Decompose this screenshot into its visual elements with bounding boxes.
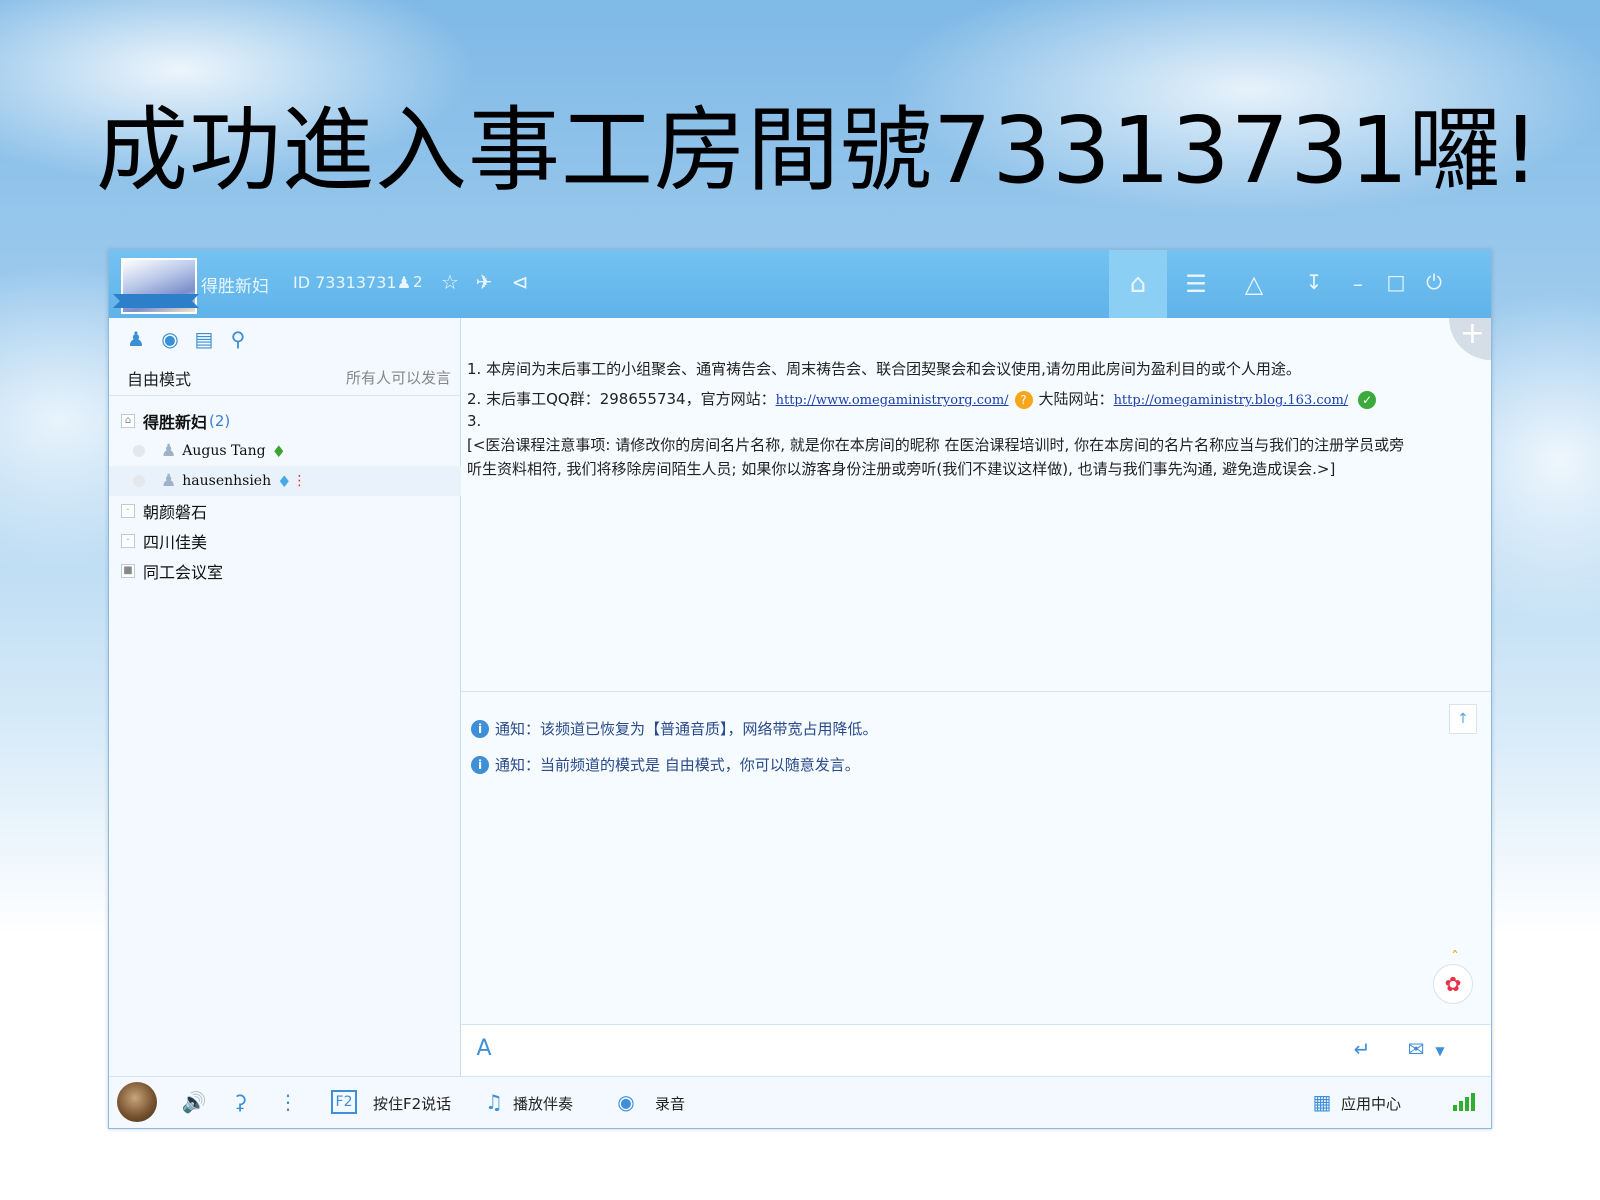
channel-tree: ⌂ 得胜新妇 (2) ♟ Augus Tang ♦ ♟ hausenhsieh … [109, 406, 461, 586]
record-button[interactable]: 录音 [655, 1093, 685, 1114]
leaf-badge-icon: ♦ [271, 441, 286, 461]
mode-description: 所有人可以发言 [345, 369, 451, 387]
chat-app-window: 得胜新妇 ID 73313731 ♟ 2 ☆ ✈ ⊲ ⌂ ☰ △ ↧ – □ ⏻… [108, 249, 1492, 1129]
slide-title: 成功進入事工房間號73313731囉! [96, 97, 1541, 204]
home-icon: ⌂ [1129, 269, 1147, 299]
system-notice: i 通知：当前频道的模式是 自由模式，你可以随意发言。 [471, 754, 860, 775]
announcement-line: 1. 本房间为末后事工的小组聚会、通宵祷告会、周末祷告会、联合团契聚会和会议使用… [467, 360, 1301, 378]
check-icon: ✓ [1358, 391, 1377, 409]
notice-text: 通知：当前频道的模式是 自由模式，你可以随意发言。 [495, 756, 860, 774]
room-logo-ribbon [113, 294, 199, 308]
equalizer-icon[interactable]: ⋮ [275, 1090, 301, 1114]
channel-count: (2) [209, 412, 231, 430]
info-icon: i [471, 755, 489, 774]
channel-label: 四川佳美 [143, 533, 208, 552]
push-to-talk-label[interactable]: 按住F2说话 [373, 1093, 451, 1114]
chevron-down-icon[interactable]: ▼ [1427, 1039, 1453, 1063]
room-name: 得胜新妇 [201, 277, 269, 297]
scroll-top-button[interactable]: ↑ [1449, 704, 1477, 734]
list-icon: ☰ [1185, 270, 1207, 298]
mainland-site-link[interactable]: http://omegaministry.blog.163.com/ [1114, 393, 1349, 408]
title-bar: 得胜新妇 ID 73313731 ♟ 2 ☆ ✈ ⊲ ⌂ ☰ △ ↧ – □ ⏻ [109, 250, 1491, 318]
channel-label: 得胜新妇 [143, 413, 208, 432]
enter-send-icon[interactable]: ↵ [1349, 1037, 1375, 1061]
minimize-icon[interactable]: – [1345, 272, 1371, 296]
notice-text: 通知：该频道已恢复为【普通音质】，网络带宽占用降低。 [495, 720, 878, 738]
user-item[interactable]: ♟ Augus Tang ♦ [109, 436, 461, 466]
system-notice: i 通知：该频道已恢复为【普通音质】，网络带宽占用降低。 [471, 718, 878, 739]
room-id: ID 73313731 [293, 273, 397, 292]
flower-icon[interactable]: ✿ [1433, 964, 1473, 1004]
record-icon[interactable]: ◉ [613, 1090, 639, 1114]
tab-list[interactable]: ☰ [1167, 250, 1225, 318]
board-icon[interactable]: ▤ [191, 326, 217, 352]
user-name: hausenhsieh [182, 473, 272, 489]
announcement-text: 2. 末后事工QQ群：298655734，官方网站： [467, 390, 776, 408]
tab-games[interactable]: △ [1225, 250, 1283, 318]
user-icon: ♟ [161, 441, 177, 461]
status-dot [133, 445, 145, 457]
gamepad-icon: △ [1244, 270, 1264, 298]
channel-dot-icon[interactable]: · [121, 504, 135, 518]
announcement-line: [<医治课程注意事项: 请修改你的房间名片名称, 就是你在本房间的昵称 在医治课… [467, 436, 1405, 454]
question-icon: ? [1014, 391, 1033, 409]
announcement-line: 2. 末后事工QQ群：298655734，官方网站：http://www.ome… [467, 388, 1377, 409]
location-icon[interactable]: ◉ [157, 326, 183, 352]
channel-item[interactable]: · 四川佳美 [109, 526, 461, 556]
channel-item[interactable]: · 朝颜磐石 [109, 496, 461, 526]
share-icon[interactable]: ⊲ [507, 270, 533, 294]
mode-row: 自由模式 所有人可以发言 [109, 358, 461, 396]
search-icon[interactable]: ⚲ [225, 326, 251, 352]
avatar[interactable] [117, 1082, 157, 1122]
speaking-indicator-icon: ⋮ [292, 473, 307, 489]
diamond-badge-icon: ♦ [277, 471, 292, 491]
info-icon: i [471, 719, 489, 738]
user-item[interactable]: ♟ hausenhsieh ♦ ⋮ [109, 466, 461, 496]
chat-messages: i 通知：该频道已恢复为【普通音质】，网络带宽占用降低。 i 通知：当前频道的模… [461, 692, 1491, 1024]
member-count: 2 [413, 273, 423, 291]
sidebar-toolbar: ♟ ◉ ▤ ⚲ [123, 326, 251, 356]
official-site-link[interactable]: http://www.omegaministryorg.com/ [776, 393, 1009, 408]
music-note-icon[interactable]: ♫ [481, 1090, 507, 1114]
announcement-line: 听生资料相符, 我们将移除房间陌生人员; 如果你以游客身份注册或旁听(我们不建议… [467, 460, 1336, 478]
members-icon[interactable]: ♟ [123, 326, 149, 352]
speaker-icon[interactable]: 🔊 [181, 1090, 207, 1114]
signal-strength-icon [1453, 1093, 1475, 1111]
channel-item-main[interactable]: ⌂ 得胜新妇 (2) [109, 406, 461, 436]
app-center-button[interactable]: 应用中心 [1341, 1093, 1401, 1114]
announcement-line: 3. [467, 412, 482, 430]
announcement-text: 大陆网站： [1038, 390, 1114, 408]
maximize-icon[interactable]: □ [1383, 270, 1409, 294]
channel-label: 同工会议室 [143, 563, 224, 582]
status-dot [133, 475, 145, 487]
home-icon[interactable]: ⌂ [121, 414, 135, 428]
microphone-icon[interactable]: ⚳ [227, 1090, 253, 1114]
add-icon[interactable]: + [1449, 318, 1491, 360]
channel-dot-icon[interactable]: · [121, 534, 135, 548]
download-icon[interactable]: ↧ [1301, 270, 1327, 294]
power-icon[interactable]: ⏻ [1421, 270, 1447, 294]
plane-icon[interactable]: ✈ [471, 270, 497, 294]
mode-label[interactable]: 自由模式 [127, 366, 191, 390]
channel-label: 朝颜磐石 [143, 503, 208, 522]
user-name: Augus Tang [182, 443, 266, 459]
tab-home[interactable]: ⌂ [1109, 250, 1167, 318]
font-style-icon[interactable]: A [471, 1037, 497, 1061]
user-icon: ♟ [161, 471, 177, 491]
announcement-panel: + 1. 本房间为末后事工的小组聚会、通宵祷告会、周末祷告会、联合团契聚会和会议… [461, 318, 1491, 692]
app-grid-icon[interactable]: ▦ [1309, 1090, 1335, 1114]
star-icon[interactable]: ☆ [437, 270, 463, 294]
lock-icon[interactable]: ■ [121, 564, 135, 578]
play-accompaniment-button[interactable]: 播放伴奏 [513, 1093, 573, 1114]
bottom-toolbar: 🔊 ⚳ ⋮ F2 按住F2说话 ♫ 播放伴奏 ◉ 录音 ▦ 应用中心 [109, 1076, 1491, 1128]
message-input-bar: A ↵ ✉ ▼ [461, 1024, 1491, 1076]
sidebar: ♟ ◉ ▤ ⚲ 自由模式 所有人可以发言 ⌂ 得胜新妇 (2) ♟ Augus … [109, 318, 461, 1076]
channel-item[interactable]: ■ 同工会议室 [109, 556, 461, 586]
chat-bubble-icon[interactable]: ✉ [1403, 1037, 1429, 1061]
message-input[interactable] [511, 1033, 1331, 1069]
f2-key-icon[interactable]: F2 [331, 1090, 357, 1114]
